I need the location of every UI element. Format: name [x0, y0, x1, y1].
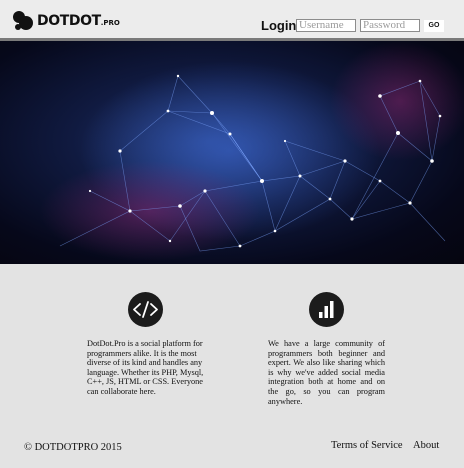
about-link[interactable]: About	[413, 440, 439, 451]
password-input[interactable]: Password	[360, 19, 420, 32]
username-input[interactable]: Username	[296, 19, 356, 32]
code-icon	[128, 292, 163, 327]
logo-wordmark: DOTDOT.PRO	[37, 13, 120, 29]
network-plexus-image	[40, 41, 464, 261]
copyright-text: © DOTDOTPRO 2015	[24, 442, 122, 453]
site-logo[interactable]: DOTDOT.PRO	[12, 10, 120, 32]
dotdot-logo-icon	[13, 11, 33, 30]
login-label: Login:	[261, 18, 301, 33]
terms-of-service-link[interactable]: Terms of Service	[331, 440, 403, 451]
feature-description-community: We have a large community of programmers…	[268, 339, 385, 406]
bar-chart-icon	[309, 292, 344, 327]
go-button[interactable]: GO	[424, 20, 444, 32]
site-header: DOTDOT.PRO Login: Username Password GO	[0, 0, 464, 38]
feature-description-platform: DotDot.Pro is a social platform for prog…	[87, 339, 204, 396]
hero-banner	[0, 41, 464, 264]
